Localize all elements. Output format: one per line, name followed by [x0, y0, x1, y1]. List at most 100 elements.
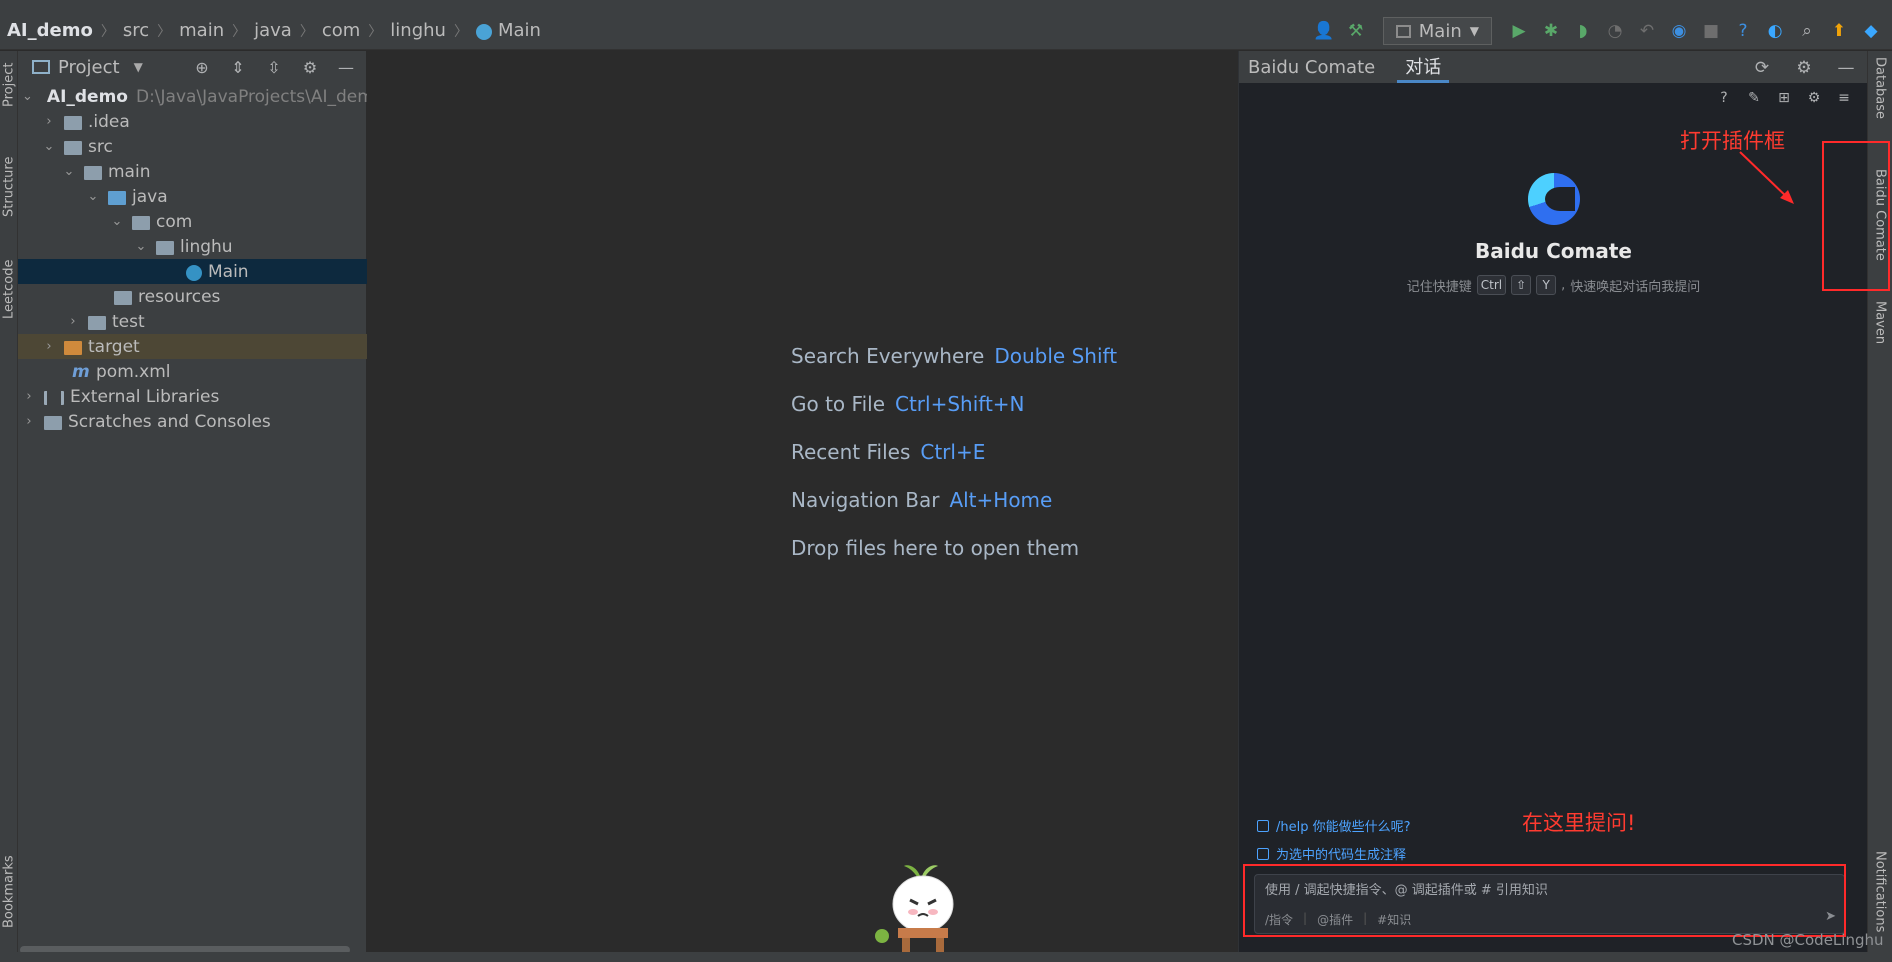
chevron-down-icon[interactable]: ▼ [134, 60, 143, 74]
menu-bar [0, 0, 1892, 12]
tool-tab-bookmarks[interactable]: Bookmarks [0, 847, 18, 937]
tab-chat[interactable]: 对话 [1397, 51, 1450, 83]
tree-item-src[interactable]: ⌄ src [18, 134, 367, 159]
breadcrumb-linghu[interactable]: linghu [390, 20, 446, 41]
tool-tab-maven[interactable]: Maven [1870, 301, 1890, 371]
tree-item-main-class[interactable]: Main [18, 259, 367, 284]
tree-item-target[interactable]: › target [18, 334, 367, 359]
tree-item-idea[interactable]: › .idea [18, 109, 367, 134]
breadcrumb-project[interactable]: AI_demo [7, 20, 93, 41]
breadcrumb-com[interactable]: com [322, 20, 360, 41]
chevron-down-icon[interactable]: ⌄ [86, 189, 100, 204]
tree-item-label: .idea [88, 111, 130, 132]
tree-item-path: D:\Java\JavaProjects\AI_dem [135, 86, 367, 107]
update-icon[interactable]: ⬆ [1828, 20, 1850, 42]
chevron-down-icon[interactable]: ⌄ [110, 214, 124, 229]
project-tree: ⌄ AI_demo D:\Java\JavaProjects\AI_dem › … [18, 84, 367, 434]
tool-tab-structure[interactable]: Structure [0, 147, 18, 227]
menu-icon[interactable]: ≡ [1835, 89, 1853, 107]
build-hammer-icon[interactable]: ⚒ [1345, 20, 1367, 42]
help-icon[interactable]: ? [1732, 20, 1754, 42]
tool-tab-leetcode[interactable]: Leetcode [0, 249, 18, 329]
breadcrumb: AI_demo 〉 src 〉 main 〉 java 〉 com 〉 ling… [0, 12, 541, 49]
chevron-right-icon[interactable]: › [22, 389, 36, 404]
breadcrumb-main-class[interactable]: Main [498, 20, 541, 41]
project-panel-title[interactable]: Project [58, 57, 120, 78]
tool-tab-project[interactable]: Project [0, 55, 18, 115]
layout-icon[interactable]: ⊞ [1775, 89, 1793, 107]
chevron-down-icon[interactable]: ⌄ [22, 89, 33, 104]
breadcrumb-src[interactable]: src [123, 20, 149, 41]
stop-icon[interactable]: ■ [1700, 20, 1722, 42]
excluded-folder-icon [64, 340, 82, 355]
project-panel: Project ▼ ⊕ ⇕ ⇳ ⚙ — ⌄ AI_demo D:\Java\Ja… [18, 51, 367, 962]
hint-search-everywhere: Search Everywhere Double Shift [791, 344, 1117, 368]
editor-area: Search Everywhere Double Shift Go to File… [368, 51, 1238, 962]
maven-icon: m [72, 361, 90, 382]
gear-icon[interactable]: ⚙ [1793, 57, 1815, 79]
suggestion-generate-comments[interactable]: 为选中的代码生成注释 [1257, 844, 1406, 863]
hint-label: Drop files here to open them [791, 536, 1080, 560]
tree-item-scratches[interactable]: › Scratches and Consoles [18, 409, 367, 434]
hide-icon[interactable]: — [336, 57, 356, 77]
hint-label: Recent Files [791, 440, 911, 464]
hint-go-to-file: Go to File Ctrl+Shift+N [791, 392, 1025, 416]
tree-item-pom[interactable]: m pom.xml [18, 359, 367, 384]
locate-icon[interactable]: ⊕ [192, 57, 212, 77]
tree-item-ai-demo[interactable]: ⌄ AI_demo D:\Java\JavaProjects\AI_dem [18, 84, 367, 109]
folder-icon [88, 315, 106, 330]
tree-item-label: target [88, 336, 140, 357]
help-circle-icon[interactable]: ? [1715, 89, 1733, 107]
tool-tab-database[interactable]: Database [1870, 57, 1890, 137]
settings-icon[interactable]: ⚙ [1805, 89, 1823, 107]
gear-icon[interactable]: ⚙ [300, 57, 320, 77]
debug-icon[interactable]: ✱ [1540, 20, 1562, 42]
kbd-y: Y [1536, 275, 1557, 295]
kbd-shift: ⇧ [1511, 275, 1532, 295]
breadcrumb-java[interactable]: java [254, 20, 292, 41]
annotation-ask-here: 在这里提问! [1522, 811, 1636, 835]
tree-item-label: java [132, 186, 168, 207]
chevron-right-icon[interactable]: › [42, 114, 56, 129]
tree-item-test[interactable]: › test [18, 309, 367, 334]
folder-icon [64, 115, 82, 130]
rerun-icon[interactable]: ↶ [1636, 20, 1658, 42]
comate-icon[interactable]: ◐ [1764, 20, 1786, 42]
profile-icon[interactable]: ◔ [1604, 20, 1626, 42]
tree-item-label: linghu [180, 236, 233, 257]
tree-item-com[interactable]: ⌄ com [18, 209, 367, 234]
tree-item-external-libraries[interactable]: › External Libraries [18, 384, 367, 409]
tree-item-label: External Libraries [70, 386, 220, 407]
tree-item-label: pom.xml [96, 361, 171, 382]
run-configuration-select[interactable]: Main ▼ [1382, 17, 1492, 45]
hide-icon[interactable]: — [1835, 57, 1857, 79]
tree-item-resources[interactable]: resources [18, 284, 367, 309]
tree-item-linghu[interactable]: ⌄ linghu [18, 234, 367, 259]
chevron-down-icon[interactable]: ⌄ [62, 164, 76, 179]
refresh-icon[interactable]: ⟳ [1751, 57, 1773, 79]
jetbrains-logo-icon[interactable]: ◆ [1860, 20, 1882, 42]
annotation-box-chat-input [1243, 864, 1846, 937]
tree-item-java[interactable]: ⌄ java [18, 184, 367, 209]
tree-item-main[interactable]: ⌄ main [18, 159, 367, 184]
tab-baidu-comate[interactable]: Baidu Comate [1248, 51, 1375, 83]
search-icon[interactable]: ⌕ [1796, 20, 1818, 42]
chevron-right-icon[interactable]: › [42, 339, 56, 354]
new-chat-icon[interactable]: ✎ [1745, 89, 1763, 107]
chevron-right-icon[interactable]: › [22, 414, 36, 429]
tree-item-label: resources [138, 286, 221, 307]
hint-shortcut: Alt+Home [949, 488, 1053, 512]
chevron-down-icon[interactable]: ⌄ [42, 139, 56, 154]
coverage-icon[interactable]: ◗ [1572, 20, 1594, 42]
expand-all-icon[interactable]: ⇕ [228, 57, 248, 77]
kbd-ctrl: Ctrl [1476, 275, 1507, 295]
user-icon[interactable]: 👤 [1313, 20, 1335, 42]
suggestion-icon [1257, 819, 1269, 832]
collapse-all-icon[interactable]: ⇳ [264, 57, 284, 77]
chevron-right-icon[interactable]: › [66, 314, 80, 329]
chevron-down-icon[interactable]: ⌄ [134, 239, 148, 254]
compass-icon[interactable]: ◉ [1668, 20, 1690, 42]
breadcrumb-main[interactable]: main [179, 20, 224, 41]
run-icon[interactable]: ▶ [1508, 20, 1530, 42]
suggestion-help[interactable]: /help 你能做些什么呢? [1257, 816, 1411, 835]
